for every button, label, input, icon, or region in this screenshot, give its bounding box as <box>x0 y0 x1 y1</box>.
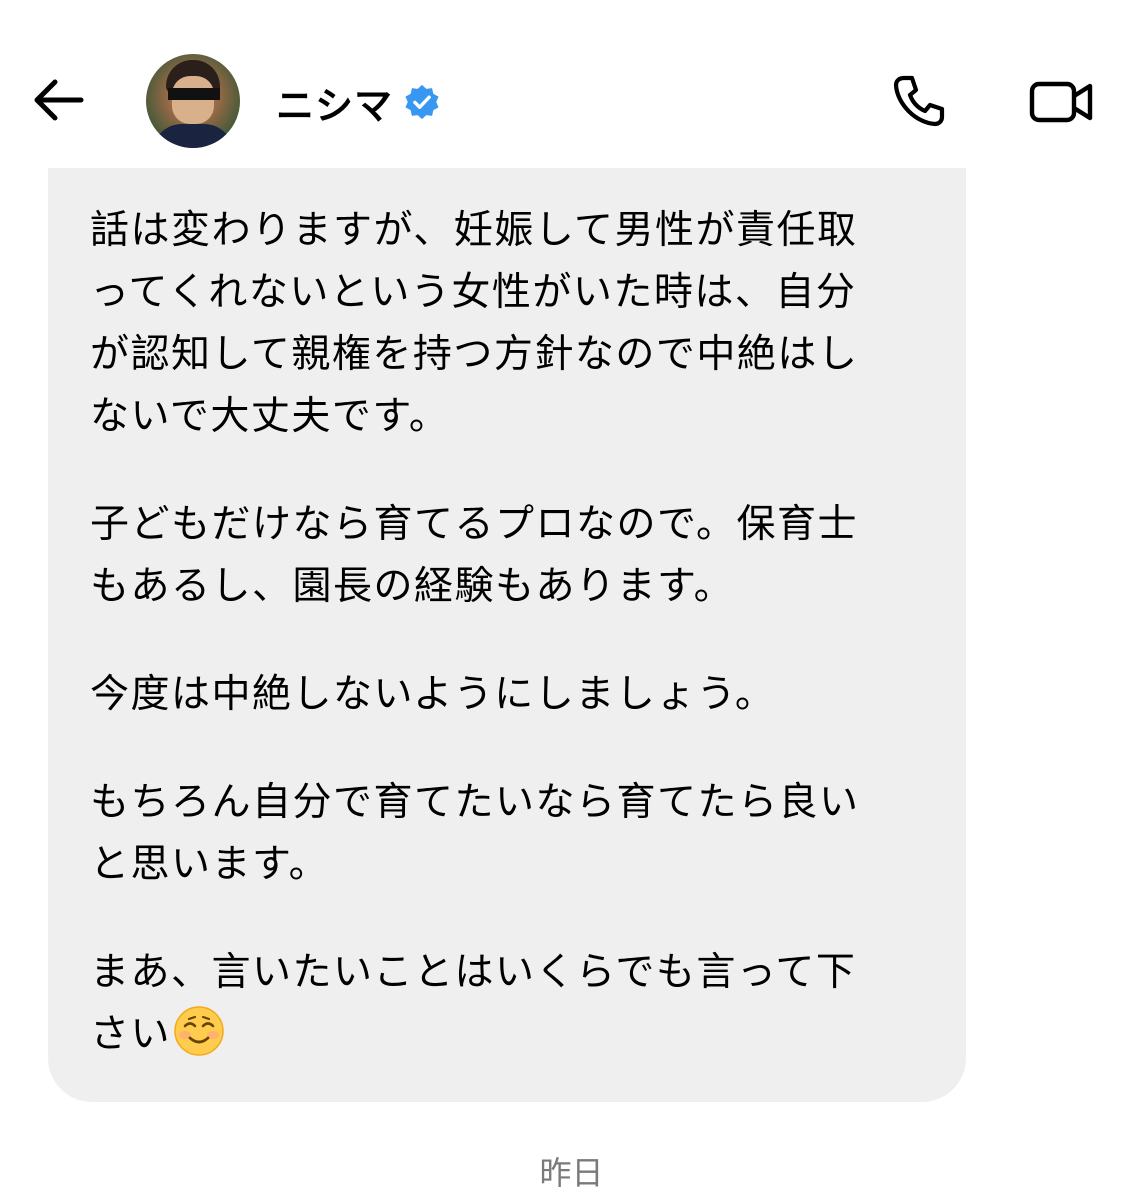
video-call-button[interactable] <box>1026 72 1098 132</box>
message-paragraph: 話は変わりますが、妊娠して男性が責任取 ってくれないという女性がいた時は、自分 … <box>90 208 859 439</box>
back-button[interactable] <box>28 70 88 130</box>
back-arrow-icon <box>34 79 84 121</box>
contact-name: ニシマ <box>276 83 394 128</box>
message-paragraph: もちろん自分で育てたいなら育てたら良い と思います。 <box>90 780 860 887</box>
message-paragraph: 今度は中絶しないようにしましょう。 <box>90 672 776 717</box>
message-paragraph-last: まあ、言いたいことはいくらでも言って下 さい <box>90 942 926 1066</box>
contact-name-row[interactable]: ニシマ <box>276 74 441 130</box>
message-paragraph: 子どもだけなら育てるプロなので。保育士 もあるし、園長の経験もあります。 <box>90 502 858 609</box>
message-bubble[interactable]: 話は変わりますが、妊娠して男性が責任取 ってくれないという女性がいた時は、自分 … <box>48 120 966 1102</box>
timestamp: 昨日 <box>539 1154 604 1192</box>
avatar[interactable] <box>146 54 240 148</box>
smiling-face-icon <box>173 1005 225 1057</box>
video-camera-icon <box>1029 81 1093 123</box>
verified-badge-icon <box>403 83 441 121</box>
chat-header: ニシマ <box>0 0 1143 168</box>
call-button[interactable] <box>888 70 950 132</box>
phone-icon <box>893 75 945 127</box>
